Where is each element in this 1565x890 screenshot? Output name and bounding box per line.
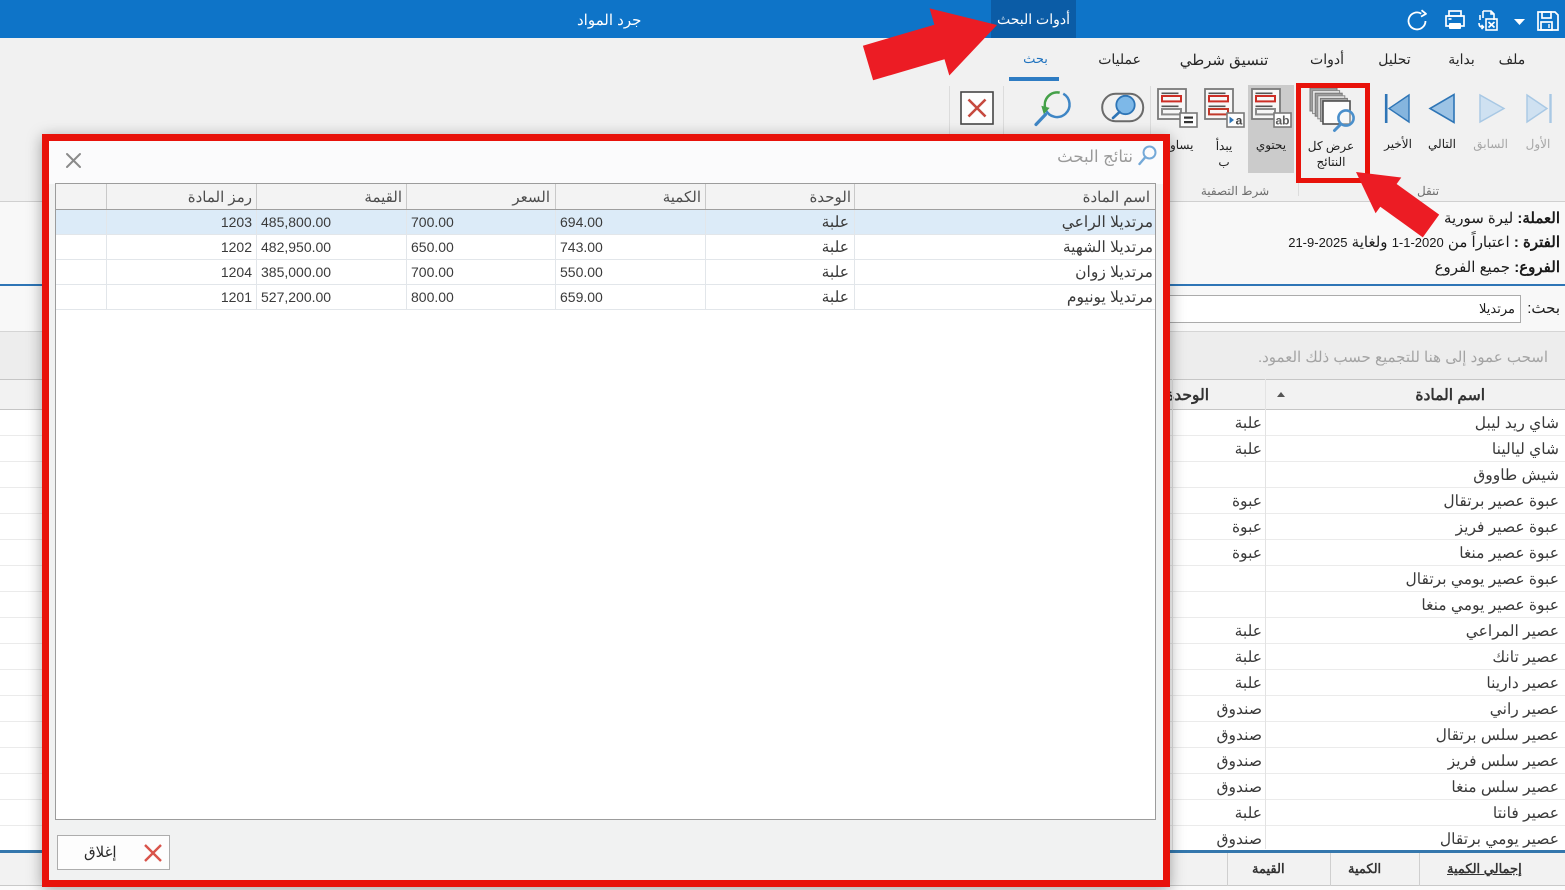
svg-text:ab: ab bbox=[1275, 114, 1289, 128]
svg-text:a: a bbox=[1236, 114, 1243, 128]
